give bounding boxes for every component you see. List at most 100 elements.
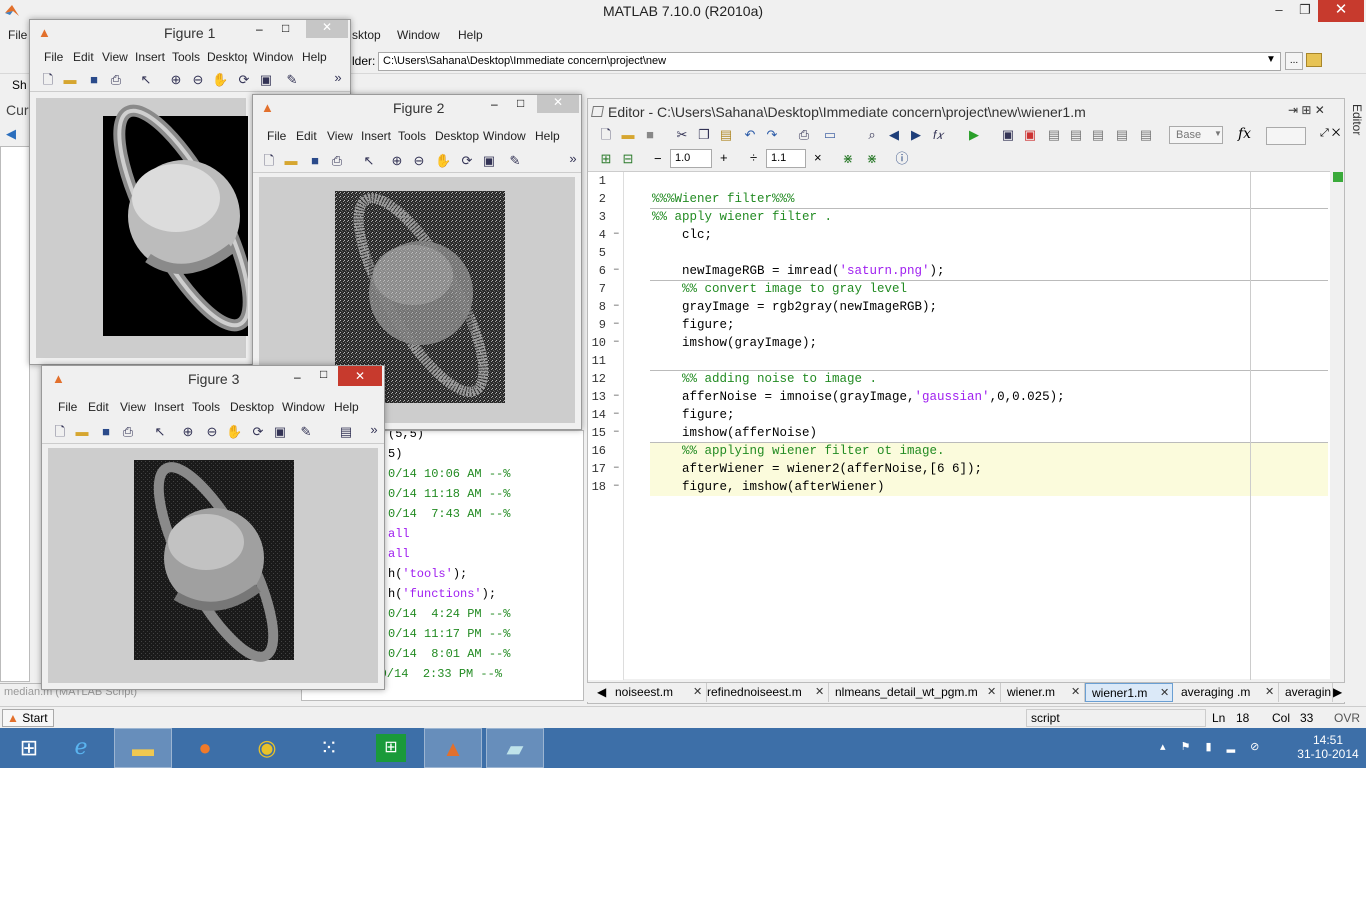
- new-figure-icon[interactable]: 🗋: [40, 72, 56, 88]
- code-line[interactable]: %%%Wiener filter%%%: [652, 192, 795, 206]
- run-icon[interactable]: ▶: [966, 127, 982, 143]
- minimize-button[interactable]: –: [294, 370, 301, 384]
- step-out-icon[interactable]: ▤: [1090, 127, 1106, 143]
- firefox-icon[interactable]: ●: [176, 728, 234, 768]
- new-figure-icon[interactable]: 🗋: [52, 424, 68, 440]
- undo-icon[interactable]: ↶: [742, 127, 758, 143]
- menu-window[interactable]: Window: [282, 400, 325, 414]
- breakpoint-marker[interactable]: –: [613, 390, 620, 402]
- start-button[interactable]: ▲ Start: [2, 709, 54, 727]
- code-line[interactable]: %% adding noise to image .: [652, 372, 877, 386]
- maximize-button[interactable]: ❐: [1288, 0, 1322, 22]
- menu-help[interactable]: Help: [334, 400, 359, 414]
- cell-eval-icon[interactable]: ⊟: [620, 151, 636, 167]
- brush-icon[interactable]: ✎: [298, 424, 314, 440]
- tab-noiseest[interactable]: noiseest.m ✕: [609, 683, 707, 702]
- pan-icon[interactable]: ✋: [435, 153, 451, 169]
- go-forward-icon[interactable]: ▶: [908, 127, 924, 143]
- store-icon[interactable]: ⊞: [376, 734, 406, 762]
- menu-window[interactable]: Window: [253, 50, 293, 64]
- edit-plot-icon[interactable]: ↖: [152, 424, 168, 440]
- data-cursor-icon[interactable]: ▣: [272, 424, 288, 440]
- chevron-down-icon[interactable]: ▼: [1214, 129, 1222, 138]
- open-file-icon[interactable]: ▬: [283, 153, 299, 169]
- code-line[interactable]: newImageRGB = imread('saturn.png');: [652, 264, 945, 278]
- brush-icon[interactable]: ✎: [507, 153, 523, 169]
- zoom-out-icon[interactable]: ⊖: [190, 72, 206, 88]
- breakpoint-marker[interactable]: –: [613, 318, 620, 330]
- cell-run-icon[interactable]: ⋇: [840, 151, 856, 167]
- close-icon[interactable]: ✕: [1071, 683, 1080, 702]
- chevron-down-icon[interactable]: ▼: [1266, 54, 1276, 65]
- code-line[interactable]: imshow(afferNoise): [652, 426, 817, 440]
- go-back-icon[interactable]: ◀: [886, 127, 902, 143]
- current-folder-input[interactable]: C:\Users\Sahana\Desktop\Immediate concer…: [378, 52, 1281, 71]
- close-button[interactable]: ✕: [338, 366, 382, 386]
- breakpoint-marker[interactable]: –: [613, 426, 620, 438]
- code-line[interactable]: %% convert image to gray level: [652, 282, 907, 296]
- menu-help[interactable]: Help: [458, 28, 483, 42]
- open-file-icon[interactable]: ▬: [62, 72, 78, 88]
- find-icon[interactable]: ⌕: [864, 127, 880, 143]
- code-line[interactable]: imshow(grayImage);: [652, 336, 817, 350]
- matlab-taskbar-icon[interactable]: ▲: [424, 728, 482, 768]
- breakpoint-marker[interactable]: –: [613, 462, 620, 474]
- code-line[interactable]: figure;: [652, 318, 735, 332]
- current-folder-panel[interactable]: [0, 146, 30, 682]
- open-folder-icon[interactable]: ▬: [620, 127, 636, 143]
- data-cursor-icon[interactable]: ▣: [481, 153, 497, 169]
- cell-step-input[interactable]: 1.0: [670, 149, 712, 168]
- tab-wiener[interactable]: wiener.m ✕: [1001, 683, 1085, 702]
- increment-button[interactable]: +: [720, 150, 728, 165]
- menu-edit[interactable]: Edit: [296, 129, 317, 143]
- layout-select[interactable]: [1266, 127, 1306, 145]
- breakpoint-marker[interactable]: –: [613, 300, 620, 312]
- menu-help[interactable]: Help: [302, 50, 327, 64]
- close-icon[interactable]: ✕: [1160, 684, 1169, 703]
- menu-edit[interactable]: Edit: [88, 400, 109, 414]
- tab-wiener1[interactable]: wiener1.m ✕: [1085, 683, 1173, 702]
- step-icon[interactable]: ▤: [1046, 127, 1062, 143]
- brush-icon[interactable]: ✎: [284, 72, 300, 88]
- rotate-icon[interactable]: ⟳: [459, 153, 475, 169]
- rotate-icon[interactable]: ⟳: [250, 424, 266, 440]
- windows-start-icon[interactable]: ⊞: [0, 728, 58, 768]
- maximize-button[interactable]: □: [320, 367, 327, 381]
- close-button[interactable]: ✕: [537, 95, 579, 113]
- new-file-icon[interactable]: 🗋: [598, 127, 614, 143]
- function-browser-icon[interactable]: f𝑥: [930, 127, 946, 143]
- pan-icon[interactable]: ✋: [212, 72, 228, 88]
- apps-grid-icon[interactable]: ⁙: [300, 728, 358, 768]
- clear-breakpoints-icon[interactable]: ▣: [1022, 127, 1038, 143]
- print-icon[interactable]: ⎙: [108, 72, 124, 88]
- menu-insert[interactable]: Insert: [135, 50, 165, 64]
- menu-insert[interactable]: Insert: [361, 129, 391, 143]
- system-tray-icons[interactable]: ▴ ⚑ ▮ ▂ ⊘: [1160, 740, 1265, 753]
- browse-folder-button[interactable]: ...: [1285, 52, 1303, 70]
- tab-averagin[interactable]: averagin: [1279, 683, 1333, 702]
- exit-debug-icon[interactable]: ▤: [1138, 127, 1154, 143]
- save-icon[interactable]: ■: [307, 153, 323, 169]
- redo-icon[interactable]: ↷: [764, 127, 780, 143]
- fx-icon[interactable]: fx: [1238, 126, 1251, 142]
- tab-nlmeans[interactable]: nlmeans_detail_wt_pgm.m ✕: [829, 683, 1001, 702]
- tab-scroll-right-icon[interactable]: ▶: [1333, 685, 1342, 699]
- close-button[interactable]: ✕: [306, 20, 348, 38]
- menu-tools[interactable]: Tools: [398, 129, 426, 143]
- pan-icon[interactable]: ✋: [226, 424, 242, 440]
- close-editor-icon[interactable]: ⤢ ✕: [1320, 127, 1340, 140]
- print-icon[interactable]: ⎙: [329, 153, 345, 169]
- menu-desktop[interactable]: sktop: [352, 28, 381, 42]
- menu-window[interactable]: Window: [483, 129, 526, 143]
- menu-tools[interactable]: Tools: [172, 50, 200, 64]
- code-line[interactable]: afferNoise = imnoise(grayImage,'gaussian…: [652, 390, 1065, 404]
- breakpoint-marker[interactable]: –: [613, 408, 620, 420]
- tab-scroll-left-icon[interactable]: ◀: [597, 685, 606, 699]
- edit-plot-icon[interactable]: ↖: [138, 72, 154, 88]
- close-icon[interactable]: ✕: [1265, 683, 1274, 702]
- internet-explorer-icon[interactable]: e: [52, 728, 110, 768]
- menu-file[interactable]: File: [267, 129, 286, 143]
- breakpoint-marker[interactable]: –: [613, 336, 620, 348]
- menu-insert[interactable]: Insert: [154, 400, 184, 414]
- close-icon[interactable]: ✕: [987, 683, 996, 702]
